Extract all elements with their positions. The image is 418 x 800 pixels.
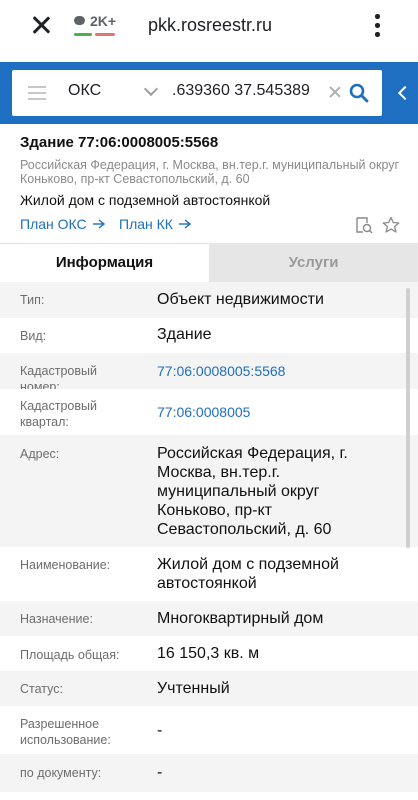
search-box: ОКС .639360 37.545389 xyxy=(12,70,382,116)
row-value: Многоквартирный дом xyxy=(157,610,324,627)
more-vert-icon[interactable] xyxy=(372,13,382,39)
row-label: Вид: xyxy=(20,329,47,343)
row-value: Объект недвижимости xyxy=(157,291,324,308)
star-icon[interactable] xyxy=(382,216,400,234)
find-on-map-icon[interactable] xyxy=(355,216,373,234)
row-label: Адрес: xyxy=(20,447,60,461)
menu-icon[interactable] xyxy=(28,86,46,100)
info-row-status: Статус: Учтенный xyxy=(0,671,418,706)
info-row-address: Адрес: Российская Федерация, г. Москва, … xyxy=(0,435,418,547)
object-name: Жилой дом с подземной автостоянкой xyxy=(20,192,271,208)
row-label: Разрешенное использование: xyxy=(20,717,111,747)
plan-oks-label: План ОКС xyxy=(20,216,87,232)
plan-kk-link[interactable]: План КК xyxy=(119,216,191,232)
search-icon[interactable] xyxy=(349,83,369,103)
row-value: - xyxy=(157,722,163,739)
info-row-purpose: Назначение: Многоквартирный дом xyxy=(0,601,418,636)
object-title: Здание 77:06:0008005:5568 xyxy=(20,134,219,151)
object-address: Российская Федерация, г. Москва, вн.тер.… xyxy=(20,158,400,186)
info-row-name: Наименование: Жилой дом с подземной авто… xyxy=(0,547,418,601)
tab-information[interactable]: Информация xyxy=(0,243,209,283)
chat-bubble-icon xyxy=(74,16,85,25)
plan-oks-link[interactable]: План ОКС xyxy=(20,216,105,232)
row-label: Статус: xyxy=(20,682,63,696)
row-value: Российская Федерация, г. Москва, вн.тер.… xyxy=(157,445,348,538)
row-label: Наименование: xyxy=(20,558,111,572)
row-value: Жилой дом с подземной автостоянкой xyxy=(157,556,339,592)
row-label: Кадастровый квартал: xyxy=(20,399,97,429)
tab-count-label: 2K+ xyxy=(90,13,117,29)
row-value: Здание xyxy=(157,326,212,343)
arrow-right-icon xyxy=(92,219,105,229)
row-label: Назначение: xyxy=(20,612,93,626)
row-value: 16 150,3 кв. м xyxy=(157,645,260,662)
info-row-area: Площадь общая: 16 150,3 кв. м xyxy=(0,636,418,671)
scrollbar[interactable] xyxy=(406,288,410,548)
clear-icon[interactable] xyxy=(328,85,342,99)
row-value: Учтенный xyxy=(157,680,230,697)
info-row-cadastral-quarter: Кадастровый квартал: 77:06:0008005 xyxy=(0,389,418,435)
row-label: Площадь общая: xyxy=(20,648,120,662)
url-field[interactable]: pkk.rosreestr.ru xyxy=(148,15,272,36)
info-row-type: Тип: Объект недвижимости xyxy=(0,282,418,318)
info-row-kind: Вид: Здание xyxy=(0,318,418,353)
cadastral-number-link[interactable]: 77:06:0008005:5568 xyxy=(157,362,397,381)
tab-switcher-button[interactable]: 2K+ xyxy=(74,13,116,41)
close-icon[interactable] xyxy=(28,12,54,38)
chevron-down-icon[interactable] xyxy=(143,81,159,97)
row-value: - xyxy=(157,764,163,781)
row-label: по документу: xyxy=(20,766,102,780)
search-panel: ОКС .639360 37.545389 xyxy=(0,62,418,124)
cadastral-quarter-link[interactable]: 77:06:0008005 xyxy=(157,403,397,422)
info-row-permitted-use: Разрешенное использование: - xyxy=(0,706,418,754)
browser-toolbar: 2K+ pkk.rosreestr.ru xyxy=(0,0,418,52)
tab-bar: Информация Услуги xyxy=(0,243,418,283)
info-row-by-document: по документу: - xyxy=(0,754,418,792)
plan-kk-label: План КК xyxy=(119,216,173,232)
info-row-cadastral-number: Кадастровый номер: 77:06:0008005:5568 xyxy=(0,353,418,394)
row-label: Тип: xyxy=(20,293,45,307)
search-input[interactable]: .639360 37.545389 xyxy=(172,82,322,100)
arrow-right-icon xyxy=(178,219,191,229)
layer-select[interactable]: ОКС xyxy=(68,82,101,100)
tab-services[interactable]: Услуги xyxy=(209,243,418,282)
